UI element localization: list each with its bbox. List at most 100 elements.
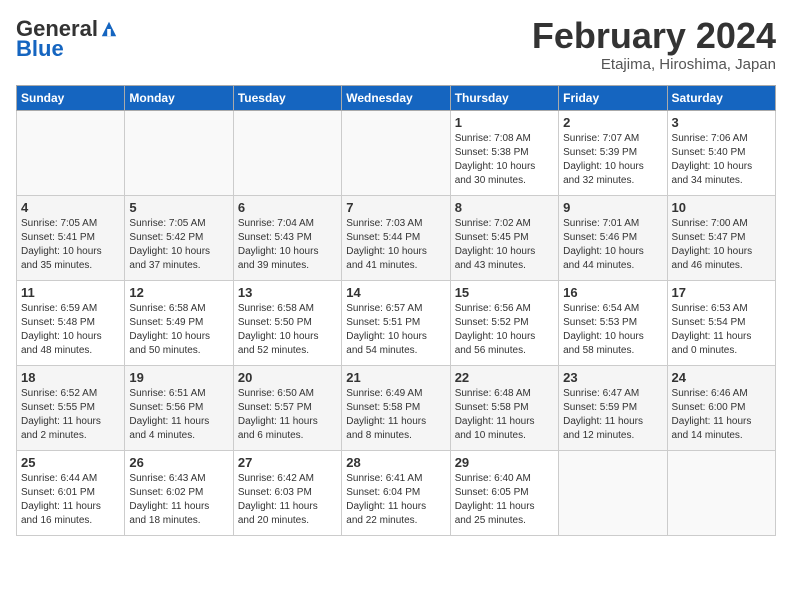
calendar-cell	[125, 110, 233, 195]
day-info: Sunrise: 6:47 AM Sunset: 5:59 PM Dayligh…	[563, 387, 662, 443]
calendar-subtitle: Etajima, Hiroshima, Japan	[532, 56, 776, 73]
day-info: Sunrise: 6:41 AM Sunset: 6:04 PM Dayligh…	[346, 472, 445, 528]
page-header: General Blue February 2024 Etajima, Hiro…	[16, 16, 776, 73]
day-number: 6	[238, 200, 337, 215]
day-number: 28	[346, 455, 445, 470]
weekday-header-monday: Monday	[125, 85, 233, 110]
calendar-week-row: 11Sunrise: 6:59 AM Sunset: 5:48 PM Dayli…	[17, 280, 776, 365]
day-info: Sunrise: 7:01 AM Sunset: 5:46 PM Dayligh…	[563, 217, 662, 273]
calendar-cell: 2 Sunrise: 7:07 AM Sunset: 5:39 PM Daylig…	[559, 110, 667, 195]
day-info: Sunrise: 6:46 AM Sunset: 6:00 PM Dayligh…	[672, 387, 771, 443]
day-number: 8	[455, 200, 554, 215]
day-number: 26	[129, 455, 228, 470]
day-info: Sunrise: 6:40 AM Sunset: 6:05 PM Dayligh…	[455, 472, 554, 528]
day-info: Sunrise: 7:03 AM Sunset: 5:44 PM Dayligh…	[346, 217, 445, 273]
day-number: 21	[346, 370, 445, 385]
calendar-cell: 18Sunrise: 6:52 AM Sunset: 5:55 PM Dayli…	[17, 365, 125, 450]
calendar-cell: 27 Sunrise: 6:42 AM Sunset: 6:03 PM Dayli…	[233, 450, 341, 535]
calendar-cell: 19 Sunrise: 6:51 AM Sunset: 5:56 PM Dayli…	[125, 365, 233, 450]
calendar-cell: 1Sunrise: 7:08 AM Sunset: 5:38 PM Daylig…	[450, 110, 558, 195]
day-info: Sunrise: 6:44 AM Sunset: 6:01 PM Dayligh…	[21, 472, 120, 528]
calendar-title: February 2024	[532, 16, 776, 56]
day-info: Sunrise: 6:48 AM Sunset: 5:58 PM Dayligh…	[455, 387, 554, 443]
day-number: 23	[563, 370, 662, 385]
calendar-cell: 26 Sunrise: 6:43 AM Sunset: 6:02 PM Dayli…	[125, 450, 233, 535]
day-info: Sunrise: 6:51 AM Sunset: 5:56 PM Dayligh…	[129, 387, 228, 443]
calendar-cell	[559, 450, 667, 535]
day-info: Sunrise: 7:07 AM Sunset: 5:39 PM Dayligh…	[563, 132, 662, 188]
calendar-week-row: 4Sunrise: 7:05 AM Sunset: 5:41 PM Daylig…	[17, 195, 776, 280]
weekday-header-tuesday: Tuesday	[233, 85, 341, 110]
day-number: 7	[346, 200, 445, 215]
calendar-cell: 25Sunrise: 6:44 AM Sunset: 6:01 PM Dayli…	[17, 450, 125, 535]
calendar-cell: 24 Sunrise: 6:46 AM Sunset: 6:00 PM Dayli…	[667, 365, 775, 450]
day-info: Sunrise: 7:06 AM Sunset: 5:40 PM Dayligh…	[672, 132, 771, 188]
day-info: Sunrise: 6:53 AM Sunset: 5:54 PM Dayligh…	[672, 302, 771, 358]
logo: General Blue	[16, 16, 118, 62]
logo-icon	[100, 20, 118, 38]
calendar-cell	[342, 110, 450, 195]
day-number: 16	[563, 285, 662, 300]
calendar-cell: 13 Sunrise: 6:58 AM Sunset: 5:50 PM Dayli…	[233, 280, 341, 365]
calendar-cell: 16 Sunrise: 6:54 AM Sunset: 5:53 PM Dayli…	[559, 280, 667, 365]
day-number: 20	[238, 370, 337, 385]
calendar-cell: 10 Sunrise: 7:00 AM Sunset: 5:47 PM Dayli…	[667, 195, 775, 280]
day-info: Sunrise: 6:58 AM Sunset: 5:50 PM Dayligh…	[238, 302, 337, 358]
day-info: Sunrise: 6:56 AM Sunset: 5:52 PM Dayligh…	[455, 302, 554, 358]
calendar-week-row: 25Sunrise: 6:44 AM Sunset: 6:01 PM Dayli…	[17, 450, 776, 535]
calendar-cell: 14 Sunrise: 6:57 AM Sunset: 5:51 PM Dayli…	[342, 280, 450, 365]
weekday-header-saturday: Saturday	[667, 85, 775, 110]
day-number: 18	[21, 370, 120, 385]
calendar-cell: 17Sunrise: 6:53 AM Sunset: 5:54 PM Dayli…	[667, 280, 775, 365]
calendar-cell: 8 Sunrise: 7:02 AM Sunset: 5:45 PM Daylig…	[450, 195, 558, 280]
calendar-cell: 6 Sunrise: 7:04 AM Sunset: 5:43 PM Daylig…	[233, 195, 341, 280]
day-info: Sunrise: 7:00 AM Sunset: 5:47 PM Dayligh…	[672, 217, 771, 273]
calendar-week-row: 1Sunrise: 7:08 AM Sunset: 5:38 PM Daylig…	[17, 110, 776, 195]
day-number: 29	[455, 455, 554, 470]
day-number: 11	[21, 285, 120, 300]
weekday-header-friday: Friday	[559, 85, 667, 110]
day-number: 27	[238, 455, 337, 470]
calendar-week-row: 18Sunrise: 6:52 AM Sunset: 5:55 PM Dayli…	[17, 365, 776, 450]
calendar-cell: 12Sunrise: 6:58 AM Sunset: 5:49 PM Dayli…	[125, 280, 233, 365]
calendar-cell: 15 Sunrise: 6:56 AM Sunset: 5:52 PM Dayli…	[450, 280, 558, 365]
day-info: Sunrise: 6:54 AM Sunset: 5:53 PM Dayligh…	[563, 302, 662, 358]
day-info: Sunrise: 6:49 AM Sunset: 5:58 PM Dayligh…	[346, 387, 445, 443]
weekday-header-wednesday: Wednesday	[342, 85, 450, 110]
calendar-cell: 29 Sunrise: 6:40 AM Sunset: 6:05 PM Dayli…	[450, 450, 558, 535]
day-info: Sunrise: 7:05 AM Sunset: 5:42 PM Dayligh…	[129, 217, 228, 273]
day-number: 22	[455, 370, 554, 385]
title-block: February 2024 Etajima, Hiroshima, Japan	[532, 16, 776, 73]
day-info: Sunrise: 6:57 AM Sunset: 5:51 PM Dayligh…	[346, 302, 445, 358]
day-info: Sunrise: 7:04 AM Sunset: 5:43 PM Dayligh…	[238, 217, 337, 273]
day-number: 3	[672, 115, 771, 130]
day-number: 13	[238, 285, 337, 300]
day-number: 14	[346, 285, 445, 300]
day-info: Sunrise: 6:42 AM Sunset: 6:03 PM Dayligh…	[238, 472, 337, 528]
logo-blue-text: Blue	[16, 36, 64, 62]
calendar-cell: 21 Sunrise: 6:49 AM Sunset: 5:58 PM Dayli…	[342, 365, 450, 450]
day-info: Sunrise: 7:02 AM Sunset: 5:45 PM Dayligh…	[455, 217, 554, 273]
calendar-cell	[233, 110, 341, 195]
day-number: 24	[672, 370, 771, 385]
day-number: 19	[129, 370, 228, 385]
calendar-cell: 4Sunrise: 7:05 AM Sunset: 5:41 PM Daylig…	[17, 195, 125, 280]
day-info: Sunrise: 6:50 AM Sunset: 5:57 PM Dayligh…	[238, 387, 337, 443]
calendar-cell: 9Sunrise: 7:01 AM Sunset: 5:46 PM Daylig…	[559, 195, 667, 280]
day-info: Sunrise: 6:58 AM Sunset: 5:49 PM Dayligh…	[129, 302, 228, 358]
calendar-table: SundayMondayTuesdayWednesdayThursdayFrid…	[16, 85, 776, 536]
calendar-cell: 3 Sunrise: 7:06 AM Sunset: 5:40 PM Daylig…	[667, 110, 775, 195]
day-number: 10	[672, 200, 771, 215]
calendar-cell: 11Sunrise: 6:59 AM Sunset: 5:48 PM Dayli…	[17, 280, 125, 365]
calendar-cell: 5Sunrise: 7:05 AM Sunset: 5:42 PM Daylig…	[125, 195, 233, 280]
calendar-cell: 20 Sunrise: 6:50 AM Sunset: 5:57 PM Dayli…	[233, 365, 341, 450]
calendar-cell: 22 Sunrise: 6:48 AM Sunset: 5:58 PM Dayli…	[450, 365, 558, 450]
weekday-header-sunday: Sunday	[17, 85, 125, 110]
calendar-cell: 28 Sunrise: 6:41 AM Sunset: 6:04 PM Dayli…	[342, 450, 450, 535]
calendar-header-row: SundayMondayTuesdayWednesdayThursdayFrid…	[17, 85, 776, 110]
day-number: 15	[455, 285, 554, 300]
day-number: 2	[563, 115, 662, 130]
calendar-cell: 7 Sunrise: 7:03 AM Sunset: 5:44 PM Daylig…	[342, 195, 450, 280]
calendar-cell: 23 Sunrise: 6:47 AM Sunset: 5:59 PM Dayli…	[559, 365, 667, 450]
day-info: Sunrise: 6:43 AM Sunset: 6:02 PM Dayligh…	[129, 472, 228, 528]
